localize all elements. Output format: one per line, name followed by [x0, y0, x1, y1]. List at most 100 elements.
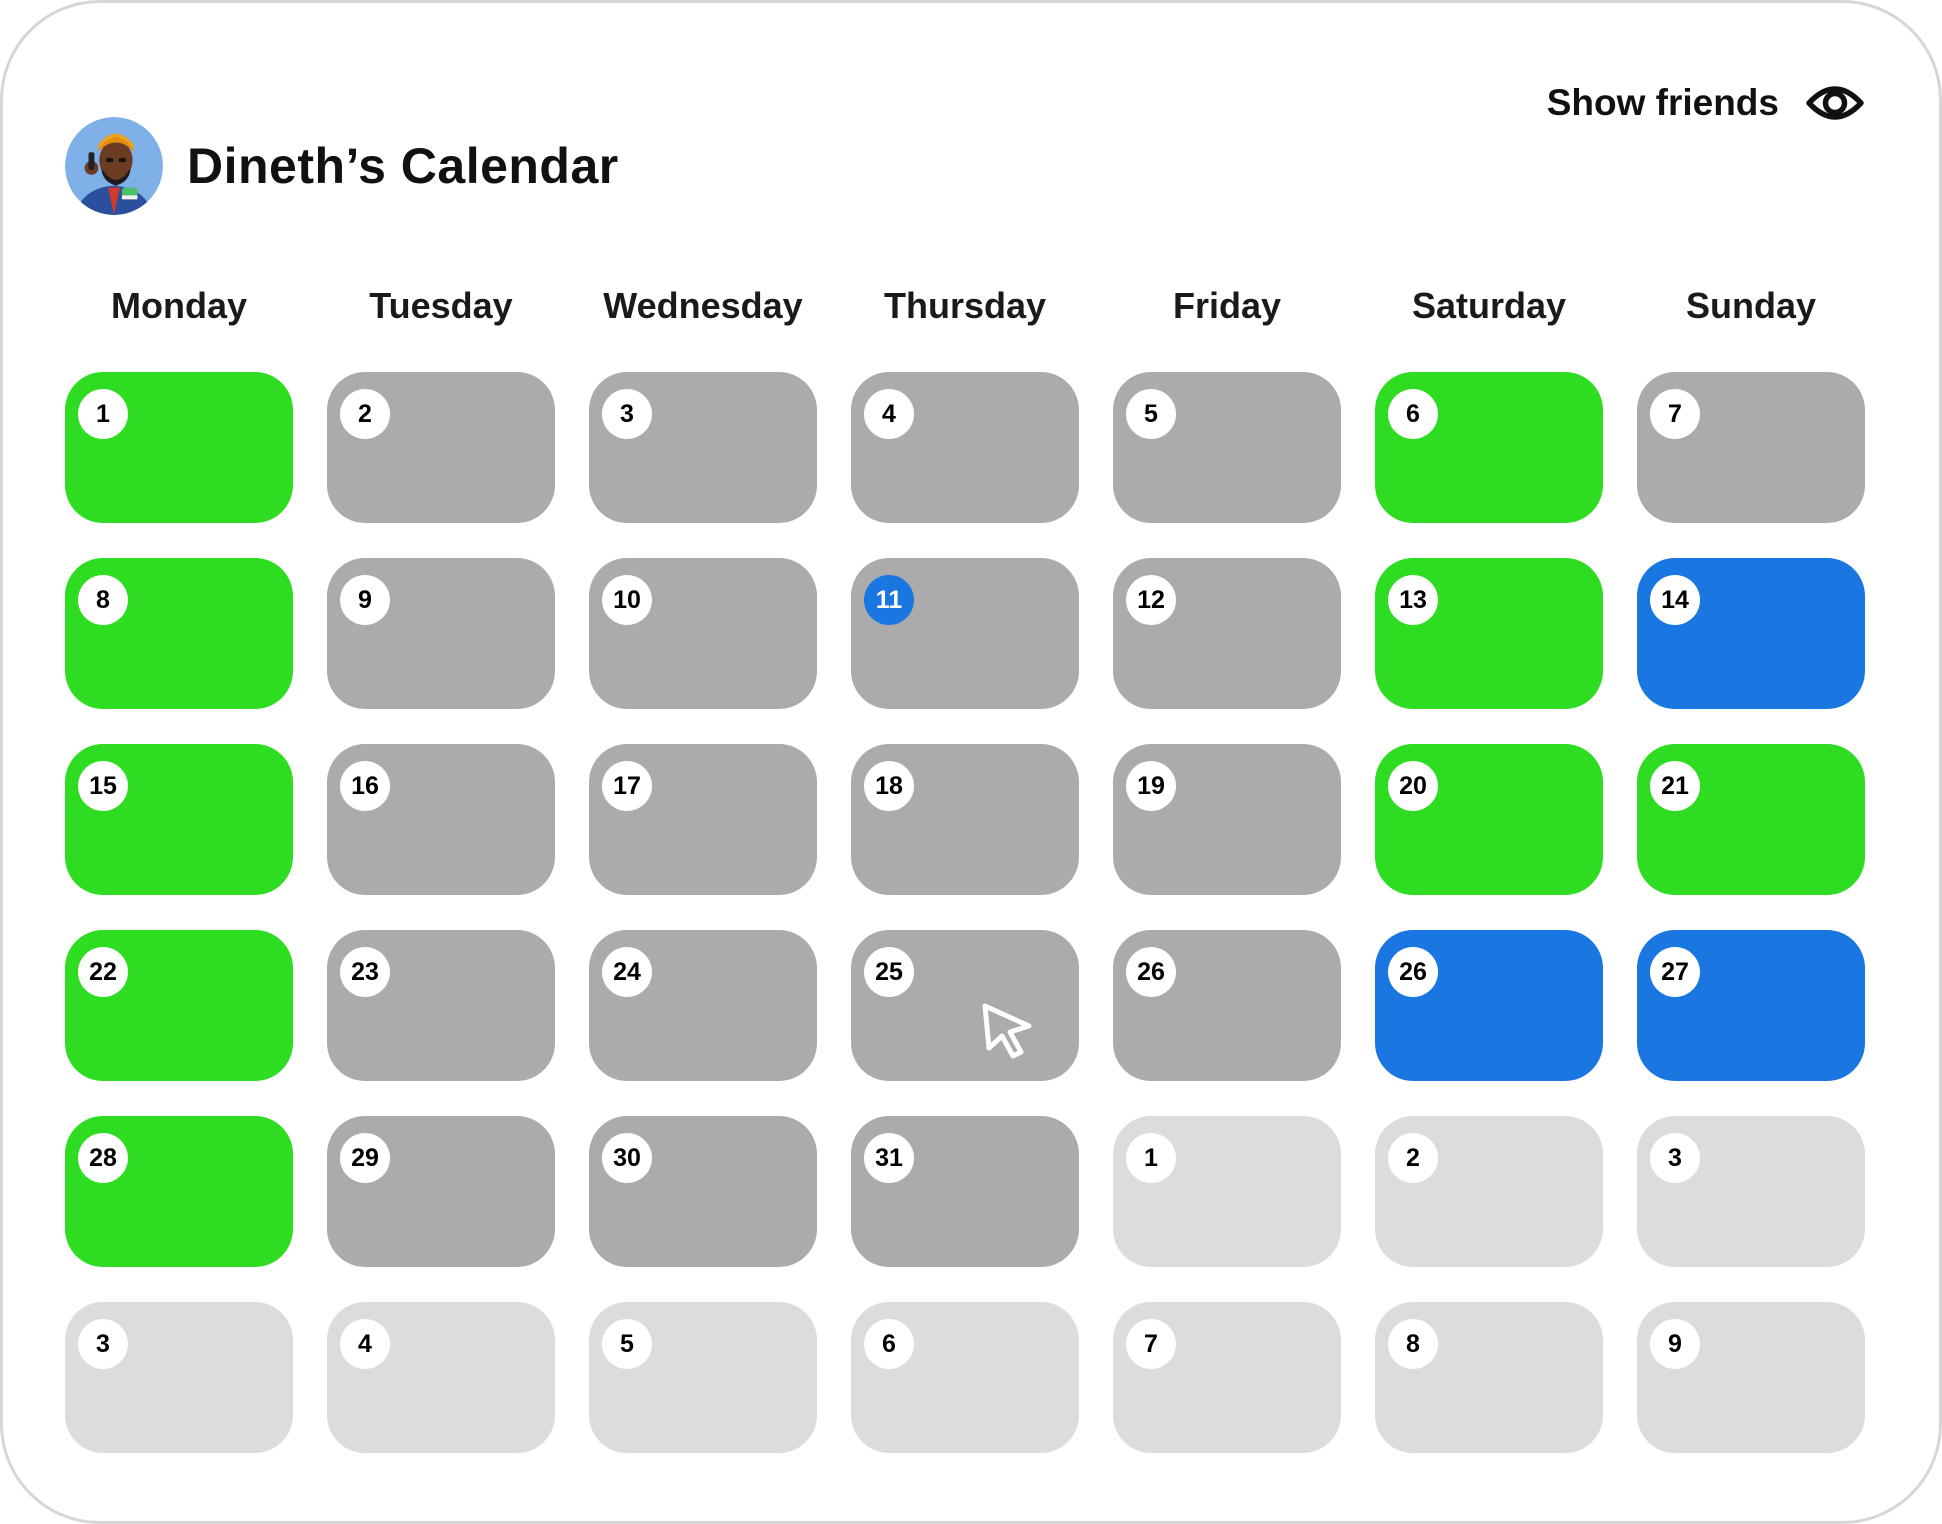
day-number: 15: [78, 761, 128, 811]
day-number: 3: [1650, 1133, 1700, 1183]
day-cell[interactable]: 4: [327, 1302, 555, 1453]
day-number: 5: [1126, 389, 1176, 439]
day-cell[interactable]: 20: [1375, 744, 1603, 895]
day-number: 17: [602, 761, 652, 811]
day-number: 28: [78, 1133, 128, 1183]
day-number: 24: [602, 947, 652, 997]
weekday-thursday: Thursday: [883, 285, 1047, 326]
day-number: 26: [1126, 947, 1176, 997]
weekday-sunday: Sunday: [1685, 285, 1817, 326]
day-cell[interactable]: 17: [589, 744, 817, 895]
day-cell[interactable]: 8: [1375, 1302, 1603, 1453]
day-number: 29: [340, 1133, 390, 1183]
page-title: Dineth’s Calendar: [187, 138, 619, 194]
day-number: 3: [78, 1319, 128, 1369]
day-number: 13: [1388, 575, 1438, 625]
day-cell[interactable]: 2: [327, 372, 555, 523]
day-cell[interactable]: 18: [851, 744, 1079, 895]
day-cell[interactable]: 1: [1113, 1116, 1341, 1267]
day-number: 7: [1126, 1319, 1176, 1369]
day-cell[interactable]: 23: [327, 930, 555, 1081]
weekday-header-row: Monday Tuesday Wednesday Thursday Friday Satu…: [65, 285, 1865, 327]
day-cell[interactable]: 31: [851, 1116, 1079, 1267]
day-cell[interactable]: 5: [589, 1302, 817, 1453]
mouse-cursor-icon: [982, 1003, 1032, 1059]
day-number: 5: [602, 1319, 652, 1369]
weekday-wednesday: Wednesday: [603, 285, 803, 326]
day-number: 18: [864, 761, 914, 811]
day-number: 9: [340, 575, 390, 625]
day-cell[interactable]: 28: [65, 1116, 293, 1267]
day-number: 1: [1126, 1133, 1176, 1183]
day-cell[interactable]: 12: [1113, 558, 1341, 709]
day-cell[interactable]: 7: [1637, 372, 1865, 523]
day-cell[interactable]: 21: [1637, 744, 1865, 895]
day-number: 12: [1126, 575, 1176, 625]
day-cell[interactable]: 19: [1113, 744, 1341, 895]
avatar[interactable]: [65, 117, 163, 215]
day-cell[interactable]: 6: [1375, 372, 1603, 523]
calendar-header: Dineth’s Calendar: [65, 117, 619, 215]
day-number: 1: [78, 389, 128, 439]
day-number: 31: [864, 1133, 914, 1183]
day-number: 4: [340, 1319, 390, 1369]
day-cell[interactable]: 10: [589, 558, 817, 709]
day-number: 20: [1388, 761, 1438, 811]
day-number: 3: [602, 389, 652, 439]
day-number: 21: [1650, 761, 1700, 811]
day-cell[interactable]: 24: [589, 930, 817, 1081]
day-cell[interactable]: 29: [327, 1116, 555, 1267]
day-cell[interactable]: 1: [65, 372, 293, 523]
day-number: 14: [1650, 575, 1700, 625]
day-number: 6: [864, 1319, 914, 1369]
day-cell[interactable]: 14: [1637, 558, 1865, 709]
day-number: 26: [1388, 947, 1438, 997]
day-cell[interactable]: 26: [1375, 930, 1603, 1081]
day-cell[interactable]: 2: [1375, 1116, 1603, 1267]
day-number: 2: [340, 389, 390, 439]
day-cell[interactable]: 9: [1637, 1302, 1865, 1453]
day-cell[interactable]: 3: [65, 1302, 293, 1453]
day-number-today: 11: [864, 575, 914, 625]
day-number: 25: [864, 947, 914, 997]
day-cell[interactable]: 5: [1113, 372, 1341, 523]
day-number: 30: [602, 1133, 652, 1183]
day-number: 10: [602, 575, 652, 625]
show-friends-toggle[interactable]: Show friends: [1547, 79, 1865, 127]
day-number: 16: [340, 761, 390, 811]
calendar-card: Dineth’s Calendar Show friends Monday Tue…: [0, 0, 1942, 1524]
day-number: 8: [78, 575, 128, 625]
calendar-grid: 1 2 3 4 5 6 7 8 9 10 11 12 13 14 15 16 17 18 19 20 21 22 23 24 2…: [65, 372, 1865, 1453]
day-cell[interactable]: 3: [589, 372, 817, 523]
day-cell[interactable]: 26: [1113, 930, 1341, 1081]
day-number: 27: [1650, 947, 1700, 997]
day-cell[interactable]: 11: [851, 558, 1079, 709]
day-cell[interactable]: 15: [65, 744, 293, 895]
day-cell[interactable]: 9: [327, 558, 555, 709]
day-cell[interactable]: 22: [65, 930, 293, 1081]
day-cell[interactable]: 16: [327, 744, 555, 895]
day-cell[interactable]: 25: [851, 930, 1079, 1081]
day-cell[interactable]: 6: [851, 1302, 1079, 1453]
weekday-tuesday: Tuesday: [369, 285, 513, 326]
day-number: 7: [1650, 389, 1700, 439]
day-cell[interactable]: 4: [851, 372, 1079, 523]
day-cell[interactable]: 3: [1637, 1116, 1865, 1267]
day-number: 6: [1388, 389, 1438, 439]
day-cell[interactable]: 7: [1113, 1302, 1341, 1453]
day-cell[interactable]: 27: [1637, 930, 1865, 1081]
day-cell[interactable]: 13: [1375, 558, 1603, 709]
day-number: 22: [78, 947, 128, 997]
weekday-friday: Friday: [1172, 285, 1282, 326]
show-friends-label: Show friends: [1546, 82, 1779, 123]
day-number: 4: [864, 389, 914, 439]
weekday-monday: Monday: [110, 285, 247, 326]
day-number: 23: [340, 947, 390, 997]
eye-icon[interactable]: [1805, 79, 1865, 127]
day-number: 8: [1388, 1319, 1438, 1369]
weekday-saturday: Saturday: [1411, 285, 1567, 326]
day-cell[interactable]: 8: [65, 558, 293, 709]
avatar-image: [65, 117, 163, 215]
day-cell[interactable]: 30: [589, 1116, 817, 1267]
day-number: 2: [1388, 1133, 1438, 1183]
